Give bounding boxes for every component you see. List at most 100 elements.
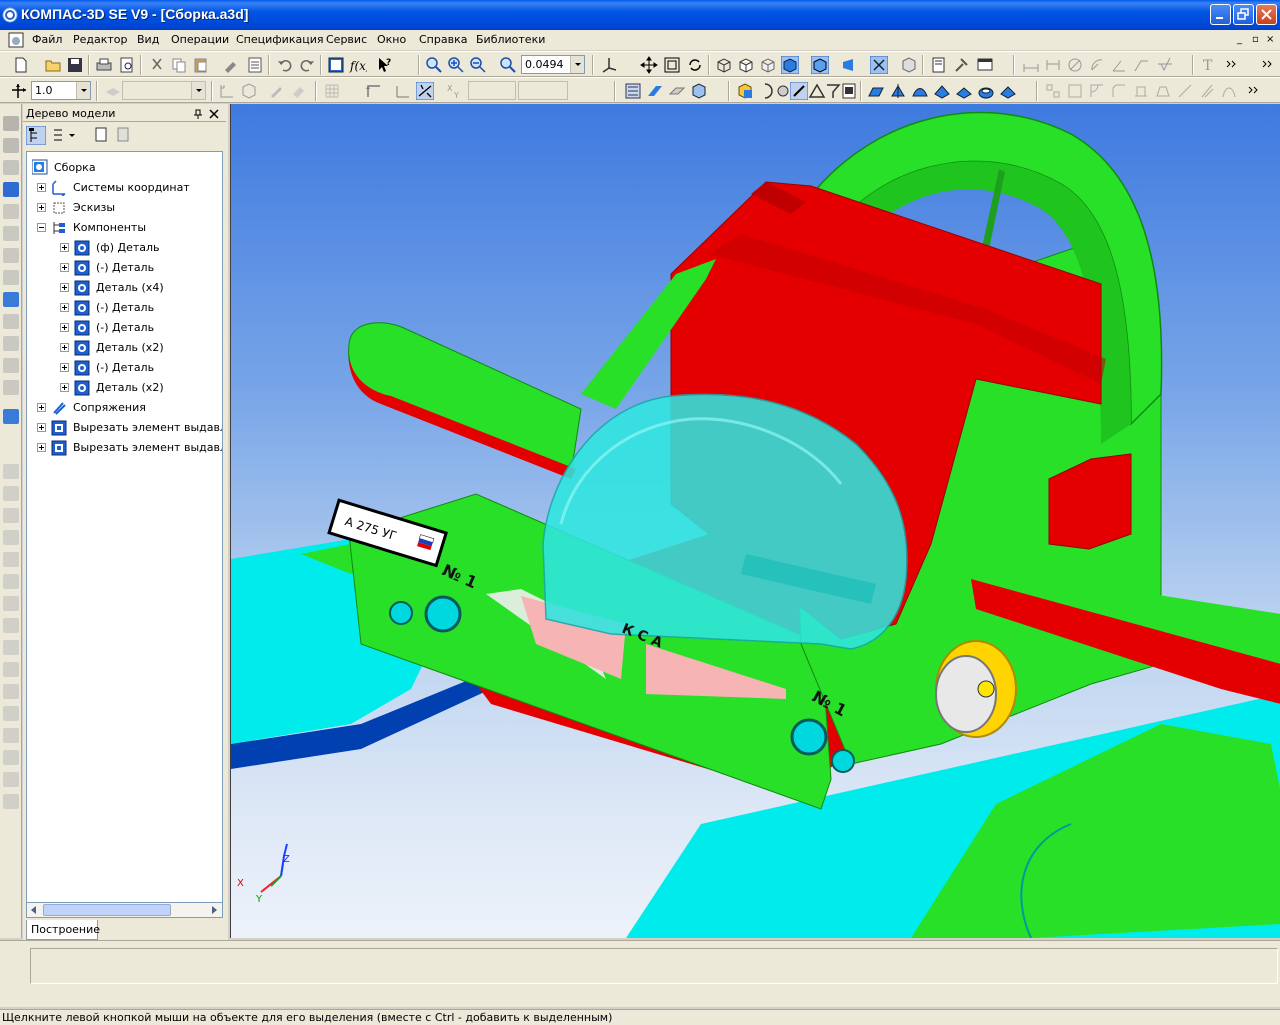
roughness-icon[interactable]: [1156, 56, 1174, 74]
expand-plus-icon[interactable]: [37, 423, 46, 432]
mdi-restore-button[interactable]: ▫: [1252, 35, 1262, 45]
chamfer-icon[interactable]: [1110, 82, 1128, 100]
elements-icon[interactable]: [3, 409, 19, 424]
pan-icon[interactable]: [640, 56, 658, 74]
array-icon[interactable]: [1044, 82, 1062, 100]
zoom-window-icon[interactable]: [425, 56, 443, 74]
expand-plus-icon[interactable]: [60, 323, 69, 332]
part-edit-icon[interactable]: [690, 82, 708, 100]
menu-operations[interactable]: Операции: [171, 33, 229, 46]
menu-window[interactable]: Окно: [377, 33, 406, 46]
tree-node[interactable]: Системы координат: [27, 178, 222, 198]
arrays-icon[interactable]: [3, 248, 19, 263]
line-icon[interactable]: [3, 508, 19, 523]
ellipse-icon[interactable]: [3, 574, 19, 589]
3d-viewport[interactable]: № 1 К С А № 1 А 275 УГ X Y Z: [230, 104, 1280, 938]
cut-icon[interactable]: [148, 56, 166, 74]
menu-service[interactable]: Сервис: [326, 33, 367, 46]
mdi-minimize-button[interactable]: _: [1237, 35, 1247, 45]
local-cs-icon[interactable]: [10, 82, 28, 100]
grid-icon[interactable]: [323, 82, 341, 100]
split-icon[interactable]: [1176, 82, 1194, 100]
mate-icon[interactable]: [790, 82, 808, 100]
hatch-icon[interactable]: [646, 82, 664, 100]
tree-horizontal-scrollbar[interactable]: [26, 902, 223, 918]
diameter-dim-icon[interactable]: [1066, 56, 1084, 74]
scroll-right-icon[interactable]: [209, 905, 219, 915]
radial-dim-icon[interactable]: [1088, 56, 1106, 74]
section-icon[interactable]: [900, 56, 918, 74]
filter-icon[interactable]: [624, 82, 642, 100]
array-circle-icon[interactable]: [1066, 82, 1084, 100]
close-button[interactable]: [1256, 4, 1277, 25]
display-mode-icon[interactable]: [870, 56, 888, 74]
model-scene[interactable]: № 1 К С А № 1 А 275 УГ X Y Z: [231, 104, 1280, 938]
front-light-large-right[interactable]: [790, 718, 828, 756]
cut-extrude-icon[interactable]: [955, 82, 973, 100]
zoom-scale-combo[interactable]: 0.0494: [521, 55, 585, 74]
scroll-left-icon[interactable]: [29, 905, 39, 915]
hidden-lines-icon[interactable]: [737, 56, 755, 74]
geometry-icon[interactable]: [3, 116, 19, 131]
surface-icon[interactable]: [668, 82, 686, 100]
pencil-icon[interactable]: [268, 82, 286, 100]
manager-icon[interactable]: [327, 56, 345, 74]
open-folder-icon[interactable]: [44, 56, 62, 74]
front-light-small-right[interactable]: [831, 749, 855, 773]
tree-root-assembly[interactable]: Сборка: [30, 158, 220, 178]
more-icon[interactable]: [1222, 56, 1240, 74]
menu-libraries[interactable]: Библиотеки: [476, 33, 545, 46]
tab-construction[interactable]: Построение: [26, 920, 100, 940]
expand-plus-icon[interactable]: [37, 183, 46, 192]
expand-plus-icon[interactable]: [60, 343, 69, 352]
toolbar-overflow-icon[interactable]: [1258, 56, 1276, 74]
tree-node[interactable]: Сопряжения: [27, 398, 222, 418]
chevron-down-icon[interactable]: [570, 56, 584, 73]
document-window-icon[interactable]: [8, 32, 24, 48]
spec-icon[interactable]: [246, 56, 264, 74]
tree-node[interactable]: Деталь (x2): [27, 338, 222, 358]
menu-specification[interactable]: Спецификация: [236, 33, 323, 46]
pin-icon[interactable]: [193, 109, 203, 119]
tree-node[interactable]: (-) Деталь: [27, 258, 222, 278]
close-icon[interactable]: [209, 109, 219, 119]
expand-plus-icon[interactable]: [60, 303, 69, 312]
point-icon[interactable]: [3, 464, 19, 479]
menu-view[interactable]: Вид: [137, 33, 159, 46]
edit-assembly-icon[interactable]: [3, 182, 19, 197]
step-combo[interactable]: 1.0: [31, 81, 91, 100]
tree-node[interactable]: (ф) Деталь: [27, 238, 222, 258]
collapse-minus-icon[interactable]: [37, 223, 46, 232]
text-icon[interactable]: T: [1200, 56, 1218, 74]
help-pointer-icon[interactable]: ?: [376, 56, 394, 74]
hatch-panel-icon[interactable]: [3, 750, 19, 765]
ortho-icon[interactable]: [364, 82, 382, 100]
tree-node[interactable]: (-) Деталь: [27, 298, 222, 318]
chevron-down-icon[interactable]: [76, 82, 90, 99]
extrude-icon[interactable]: [867, 82, 885, 100]
menu-help[interactable]: Справка: [419, 33, 467, 46]
restore-button[interactable]: [1233, 4, 1254, 25]
new-document-icon[interactable]: [12, 56, 30, 74]
angle-dim-icon[interactable]: [1110, 56, 1128, 74]
scroll-thumb[interactable]: [43, 904, 171, 916]
curve-icon[interactable]: [1220, 82, 1238, 100]
tools-icon[interactable]: [953, 56, 971, 74]
expand-plus-icon[interactable]: [37, 203, 46, 212]
expand-plus-icon[interactable]: [60, 283, 69, 292]
undo-icon[interactable]: [276, 56, 294, 74]
surfaces-icon[interactable]: [3, 226, 19, 241]
wireframe-icon[interactable]: [715, 56, 733, 74]
expand-plus-icon[interactable]: [60, 263, 69, 272]
measure-panel-icon[interactable]: [3, 314, 19, 329]
tree-node[interactable]: Вырезать элемент выдавли: [27, 418, 222, 438]
nurbs-icon[interactable]: [3, 662, 19, 677]
thread-icon[interactable]: [1198, 82, 1216, 100]
expand-plus-icon[interactable]: [60, 243, 69, 252]
print-icon[interactable]: [95, 56, 113, 74]
rectangle-icon[interactable]: [3, 706, 19, 721]
mates-icon[interactable]: [3, 292, 19, 307]
polygon-icon[interactable]: [3, 728, 19, 743]
tree-node[interactable]: (-) Деталь: [27, 358, 222, 378]
equidistant-icon[interactable]: [3, 794, 19, 809]
